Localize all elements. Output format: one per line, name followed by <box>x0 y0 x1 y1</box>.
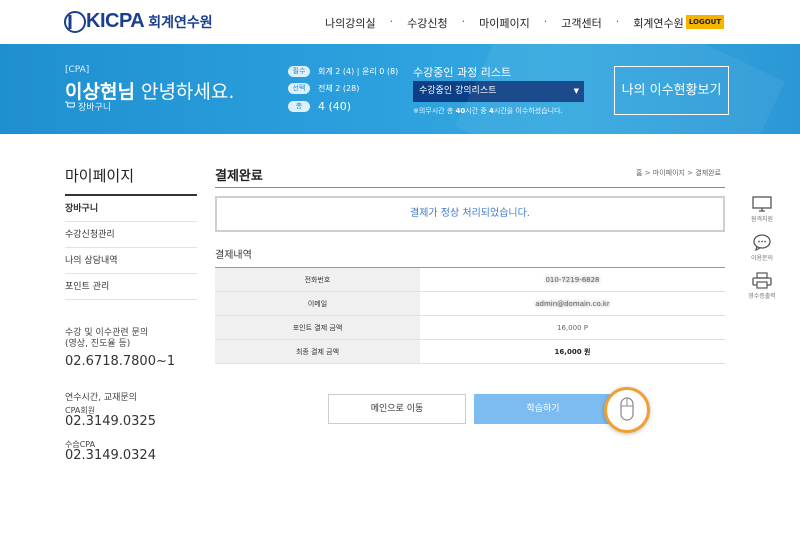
contact1-sub: (영상, 진도율 등) <box>65 339 131 349</box>
completion-status-button[interactable]: 나의 이수현황보기 <box>614 66 729 115</box>
cart-link[interactable]: 장바구니 <box>65 100 111 113</box>
row-value-final-payment: 16,000 원 <box>420 339 725 364</box>
row-value-point-payment: 16,000 P <box>420 315 725 340</box>
elective-hours: 선택 전체 2 (28) <box>288 83 359 94</box>
nav-course-registration[interactable]: 수강신청 <box>407 15 447 31</box>
cart-icon <box>65 101 76 112</box>
course-select-value: 수강중인 강의리스트 <box>419 86 497 96</box>
elective-badge: 선택 <box>288 83 310 94</box>
sidebar-title: 마이페이지 <box>65 167 135 185</box>
quick-receipt-print-label: 영수증출력 <box>748 293 776 300</box>
quick-receipt-print[interactable]: 영수증출력 <box>742 272 782 300</box>
row-value-phone: 010-7219-6828 <box>420 267 725 292</box>
main-nav: 나의강의실 · 수강신청 · 마이페이지 · 고객센터 · 회계연수원 <box>325 15 684 31</box>
nav-separator: · <box>615 15 620 28</box>
total-hours-value: 4 (40) <box>318 100 352 113</box>
monitor-icon <box>742 196 782 212</box>
breadcrumb: 홈 > 마이페이지 > 결제완료 <box>636 169 722 177</box>
required-hours-value: 회계 2 (4) | 윤리 0 (8) <box>318 67 399 76</box>
page-title: 결제완료 <box>215 169 263 184</box>
nav-customer-center[interactable]: 고객센터 <box>561 15 601 31</box>
table-row: 전화번호 010-7219-6828 <box>215 267 725 292</box>
logo-text: KICPA <box>86 10 145 32</box>
member-type-tag: [CPA] <box>65 65 90 75</box>
quick-usage-inquiry-label: 이용문의 <box>750 255 774 262</box>
payment-details-table: 전화번호 010-7219-6828 이메일 admin@domain.co.k… <box>215 267 725 364</box>
mouse-cursor-icon <box>604 387 650 433</box>
row-label-phone: 전화번호 <box>215 267 420 292</box>
sidebar-item-course-management[interactable]: 수강신청관리 <box>65 222 197 248</box>
nav-separator: · <box>461 15 466 28</box>
quick-remote-support[interactable]: 원격지원 <box>742 196 782 223</box>
nav-training-institute[interactable]: 회계연수원 <box>633 15 684 31</box>
row-label-point-payment: 포인트 결제 금액 <box>215 315 420 340</box>
table-row: 최종 결제 금액 16,000 원 <box>215 339 725 364</box>
table-row: 이메일 admin@domain.co.kr <box>215 291 725 316</box>
payment-details-title: 결제내역 <box>215 250 252 261</box>
greeting-text: 안녕하세요. <box>140 81 235 103</box>
note-prefix: ※의무시간 총 <box>413 107 456 115</box>
row-value-email: admin@domain.co.kr <box>420 291 725 316</box>
logout-button[interactable]: LOGOUT <box>686 15 724 29</box>
course-list-select[interactable]: 수강중인 강의리스트 ▼ <box>413 81 584 102</box>
nav-separator: · <box>543 15 548 28</box>
contact2-label: 연수시간, 교재문의 <box>65 393 137 403</box>
quick-usage-inquiry[interactable]: 이용문의 <box>742 234 782 262</box>
kicpa-logo-icon <box>64 10 86 33</box>
table-row: 포인트 결제 금액 16,000 P <box>215 315 725 340</box>
row-label-email: 이메일 <box>215 291 420 316</box>
sidebar-item-consultations[interactable]: 나의 상담내역 <box>65 248 197 274</box>
title-divider <box>215 187 725 188</box>
contact1-phone: 02.6718.7800~1 <box>65 354 176 369</box>
sidebar-item-points[interactable]: 포인트 관리 <box>65 274 197 300</box>
chevron-down-icon: ▼ <box>573 87 579 95</box>
go-main-button[interactable]: 메인으로 이동 <box>328 394 466 424</box>
user-banner: [CPA] 이상현님 안녕하세요. 장바구니 필수 회계 2 (4) | 윤리 … <box>0 44 800 134</box>
contact2-phone: 02.3149.0325 <box>65 414 156 429</box>
top-header: KICPA 회계연수원 나의강의실 · 수강신청 · 마이페이지 · 고객센터 … <box>0 0 800 44</box>
course-list-title: 수강중인 과정 리스트 <box>413 66 512 79</box>
contact1-label: 수강 및 이수관련 문의 <box>65 328 149 338</box>
logo[interactable]: KICPA 회계연수원 <box>64 10 213 33</box>
printer-icon <box>742 272 782 289</box>
start-study-button[interactable]: 학습하기 <box>474 394 612 424</box>
note-total-hours: 40 <box>455 107 466 115</box>
course-hours-note: ※의무시간 총 40시간 중 4시간을 이수하셨습니다. <box>413 106 563 116</box>
elective-hours-value: 전체 2 (28) <box>318 84 360 93</box>
payment-success-notice: 결제가 정상 처리되었습니다. <box>215 196 725 232</box>
nav-mypage[interactable]: 마이페이지 <box>479 15 530 31</box>
sidebar-item-cart[interactable]: 장바구니 <box>65 196 197 222</box>
nav-separator: · <box>389 15 394 28</box>
note-suffix: 시간을 이수하셨습니다. <box>493 107 563 115</box>
nav-my-classroom[interactable]: 나의강의실 <box>325 15 376 31</box>
required-hours: 필수 회계 2 (4) | 윤리 0 (8) <box>288 66 398 77</box>
contact3-phone: 02.3149.0324 <box>65 448 156 463</box>
quick-remote-support-label: 원격지원 <box>750 216 774 223</box>
total-hours: 총 4 (40) <box>288 100 351 113</box>
total-badge: 총 <box>288 101 310 112</box>
chat-icon <box>742 234 782 251</box>
row-label-final-payment: 최종 결제 금액 <box>215 339 420 364</box>
logo-subtitle: 회계연수원 <box>148 14 213 31</box>
required-badge: 필수 <box>288 66 310 77</box>
cart-link-label: 장바구니 <box>78 103 112 113</box>
note-done-hours: 4 <box>489 107 494 115</box>
note-mid: 시간 중 <box>465 107 490 115</box>
